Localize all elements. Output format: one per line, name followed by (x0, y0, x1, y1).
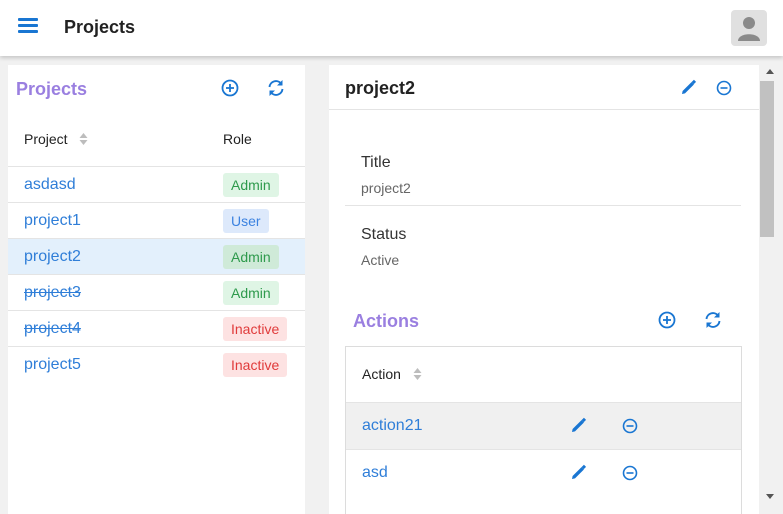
actions-table: Action action21 asd (345, 346, 742, 514)
sort-icon[interactable] (79, 132, 88, 149)
app-title: Projects (64, 17, 136, 37)
detail-header: project2 (329, 65, 759, 110)
project-row[interactable]: project4 Inactive (8, 310, 305, 346)
project-name-link[interactable]: project4 (24, 320, 81, 338)
role-badge: User (223, 209, 269, 233)
field-divider (345, 205, 741, 206)
sort-icon[interactable] (413, 367, 422, 384)
role-badge: Admin (223, 173, 279, 197)
pencil-icon[interactable] (677, 77, 699, 99)
plus-circle-icon[interactable] (219, 77, 241, 99)
project-row[interactable]: asdasd Admin (8, 166, 305, 202)
minus-circle-icon[interactable] (619, 415, 641, 437)
column-header-role: Role (223, 131, 252, 147)
column-header-project[interactable]: Project (24, 131, 88, 149)
role-badge: Admin (223, 245, 279, 269)
column-header-project-label: Project (24, 131, 68, 147)
column-header-action[interactable]: Action (362, 366, 422, 384)
project-name-link[interactable]: project1 (24, 212, 81, 230)
vertical-scrollbar[interactable] (759, 65, 783, 505)
action-name-link[interactable]: asd (362, 464, 388, 482)
refresh-icon[interactable] (702, 309, 724, 331)
role-badge: Inactive (223, 353, 288, 377)
minus-circle-icon[interactable] (619, 462, 641, 484)
project-name-link[interactable]: project3 (24, 284, 81, 302)
role-badge: Admin (223, 281, 279, 305)
minus-circle-icon[interactable] (713, 77, 735, 99)
refresh-icon[interactable] (265, 77, 287, 99)
project-row[interactable]: project1 User (8, 202, 305, 238)
pencil-icon[interactable] (567, 462, 589, 484)
project-name-link[interactable]: project2 (24, 248, 81, 266)
user-avatar-icon[interactable] (731, 10, 767, 46)
actions-section-title: Actions (353, 311, 420, 331)
projects-panel: Projects Project Role asdasd Admin proje… (8, 65, 305, 514)
field-label-status: Status (361, 226, 407, 243)
pencil-icon[interactable] (567, 415, 589, 437)
projects-panel-title: Projects (16, 79, 88, 99)
hamburger-menu-icon[interactable] (18, 18, 38, 38)
field-value-status: Active (361, 252, 400, 268)
action-row[interactable]: asd (346, 449, 741, 496)
project-detail-panel: project2 Title project2 Status Active Ac… (329, 65, 759, 514)
plus-circle-icon[interactable] (656, 309, 678, 331)
top-app-bar: Projects (0, 0, 783, 56)
detail-title: project2 (345, 78, 416, 98)
project-name-link[interactable]: asdasd (24, 176, 76, 194)
role-badge: Inactive (223, 317, 288, 341)
scroll-down-arrow-icon[interactable] (766, 494, 774, 499)
action-row[interactable]: action21 (346, 402, 741, 449)
field-value-title: project2 (361, 180, 411, 196)
project-row-selected[interactable]: project2 Admin (8, 238, 305, 274)
project-row[interactable]: project3 Admin (8, 274, 305, 310)
scroll-up-arrow-icon[interactable] (766, 69, 774, 74)
field-label-title: Title (361, 154, 391, 171)
scrollbar-thumb[interactable] (760, 81, 774, 237)
project-row[interactable]: project5 Inactive (8, 346, 305, 382)
column-header-action-label: Action (362, 366, 401, 382)
project-name-link[interactable]: project5 (24, 356, 81, 374)
action-name-link[interactable]: action21 (362, 417, 423, 435)
